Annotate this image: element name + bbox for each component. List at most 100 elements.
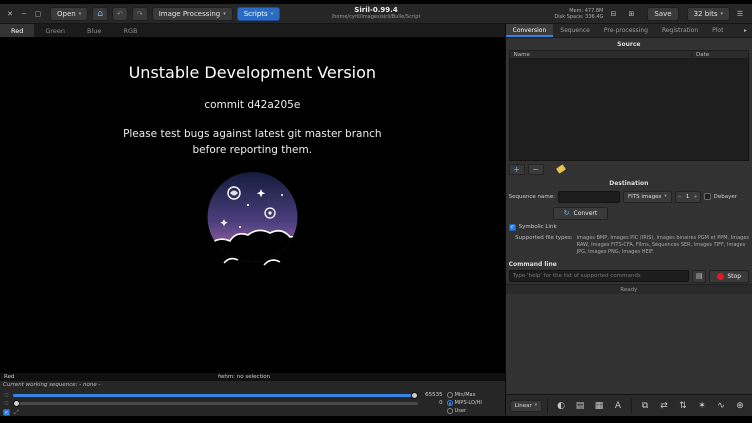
lo-slider[interactable] bbox=[13, 402, 418, 405]
resource-usage: Mem: 477.8M Disk Space: 336.4G bbox=[554, 8, 603, 20]
tools-panel: Conversion Sequence Pre-processing Regis… bbox=[505, 24, 752, 416]
command-list-icon[interactable]: ▤ bbox=[692, 270, 706, 283]
tab-green[interactable]: Green bbox=[34, 24, 76, 37]
titlebar: ✕ − ▢ Open ▾ ⌂ ↶ ↷ Image Processing ▾ Sc… bbox=[0, 4, 752, 24]
tabs-overflow-icon[interactable]: ▸ bbox=[739, 24, 752, 37]
stop-icon bbox=[717, 273, 724, 280]
home-button[interactable]: ⌂ bbox=[92, 7, 108, 21]
psf-star-icon[interactable]: ✶ bbox=[694, 398, 710, 414]
chevron-down-icon: ▾ bbox=[223, 11, 226, 17]
tab-registration[interactable]: Registration bbox=[655, 24, 705, 37]
tab-plot[interactable]: Plot bbox=[705, 24, 730, 37]
display-mode-value: Linear bbox=[515, 403, 532, 409]
redo-button[interactable]: ↷ bbox=[132, 7, 148, 21]
tab-red[interactable]: Red bbox=[0, 24, 34, 37]
image-canvas[interactable]: Unstable Development Version commit d42a… bbox=[0, 37, 505, 373]
window-title: Siril-0.99.4 bbox=[266, 6, 486, 14]
command-line-header: Command line bbox=[506, 259, 752, 269]
layers-icon[interactable]: ⧉ bbox=[637, 398, 653, 414]
output-format-select[interactable]: FITS images ▾ bbox=[623, 191, 672, 203]
stepper-decrement-icon[interactable]: − bbox=[678, 194, 682, 200]
stop-button[interactable]: Stop bbox=[709, 270, 749, 283]
debayer-label: Debayer bbox=[714, 194, 737, 200]
false-color-icon[interactable]: ▤ bbox=[572, 398, 588, 414]
symbolic-link-checkbox[interactable] bbox=[509, 224, 516, 231]
supported-file-types: Supported file types: Images BMP, Images… bbox=[506, 233, 752, 259]
clear-list-icon[interactable] bbox=[555, 164, 566, 175]
bitdepth-select[interactable]: 32 bits ▾ bbox=[687, 7, 730, 21]
source-list-header: Name Date bbox=[509, 50, 749, 59]
scaling-mode-radios: Min/Max MIPS-LO/HI User bbox=[447, 391, 503, 415]
image-processing-button[interactable]: Image Processing ▾ bbox=[152, 7, 233, 21]
tab-rgb[interactable]: RGB bbox=[112, 24, 148, 37]
command-input[interactable] bbox=[509, 270, 690, 282]
lo-lock-icon[interactable]: ◻ bbox=[3, 400, 10, 406]
source-list-actions: + − bbox=[506, 161, 752, 177]
working-sequence-label: Current working sequence: - none - bbox=[0, 381, 505, 389]
destination-settings-row: Sequence name: FITS images ▾ − 1 + Debay… bbox=[506, 189, 752, 205]
annotations-icon[interactable]: A bbox=[610, 398, 626, 414]
source-file-list[interactable] bbox=[509, 59, 749, 161]
add-files-button[interactable]: + bbox=[509, 164, 525, 175]
radio-mips-lohi[interactable]: MIPS-LO/HI bbox=[447, 399, 503, 407]
symbolic-link-label: Symbolic Link bbox=[519, 224, 557, 230]
column-date[interactable]: Date bbox=[692, 52, 748, 58]
sequence-name-input[interactable] bbox=[558, 191, 620, 203]
radio-user[interactable]: User bbox=[447, 407, 503, 415]
photometry-icon[interactable]: ⊕ bbox=[732, 398, 748, 414]
image-view-pane: Red Green Blue RGB Unstable Development … bbox=[0, 24, 505, 416]
negative-view-icon[interactable]: ◐ bbox=[553, 398, 569, 414]
tab-blue[interactable]: Blue bbox=[76, 24, 112, 37]
minimize-icon[interactable]: − bbox=[18, 8, 30, 20]
column-name[interactable]: Name bbox=[510, 52, 692, 58]
zoom-fit-icon[interactable]: ⤢ bbox=[14, 409, 19, 417]
shrink-icon[interactable]: ⊟ bbox=[607, 8, 619, 20]
bitdepth-label: 32 bits bbox=[694, 10, 718, 18]
tab-conversion[interactable]: Conversion bbox=[506, 24, 554, 37]
redo-icon: ↷ bbox=[137, 10, 143, 18]
radio-user-control[interactable] bbox=[447, 408, 453, 414]
convert-icon: ↻ bbox=[564, 209, 570, 217]
channel-tabs: Red Green Blue RGB bbox=[0, 24, 505, 37]
sequence-name-label: Sequence name: bbox=[509, 194, 555, 200]
supported-file-types-label: Supported file types: bbox=[509, 235, 573, 256]
hi-lock-icon[interactable]: ◻ bbox=[3, 392, 10, 398]
display-mode-select[interactable]: Linear ▾ bbox=[510, 400, 542, 412]
maximize-icon[interactable]: ▢ bbox=[32, 8, 44, 20]
plot-profile-icon[interactable]: ∿ bbox=[713, 398, 729, 414]
start-index-value: 1 bbox=[686, 194, 690, 200]
grid-overlay-icon[interactable]: ▦ bbox=[591, 398, 607, 414]
mirror-vertical-icon[interactable]: ⇅ bbox=[675, 398, 691, 414]
expand-icon[interactable]: ⊞ bbox=[625, 8, 637, 20]
open-button[interactable]: Open ▾ bbox=[50, 7, 88, 21]
start-index-stepper[interactable]: − 1 + bbox=[675, 191, 701, 203]
display-controls: ◻ 65535 ◻ 0 ⤢ bbox=[0, 389, 505, 416]
output-format-value: FITS images bbox=[628, 194, 661, 200]
current-channel-label: Red bbox=[4, 374, 14, 380]
radio-mips-lohi-control[interactable] bbox=[447, 400, 453, 406]
stepper-increment-icon[interactable]: + bbox=[693, 194, 697, 200]
tab-pre-processing[interactable]: Pre-processing bbox=[597, 24, 655, 37]
close-icon[interactable]: ✕ bbox=[4, 8, 16, 20]
hamburger-menu-icon[interactable]: ☰ bbox=[734, 8, 746, 20]
remove-files-button[interactable]: − bbox=[528, 164, 544, 175]
command-line-row: ▤ Stop bbox=[506, 269, 752, 284]
stop-button-label: Stop bbox=[727, 273, 741, 280]
lo-slider-handle[interactable] bbox=[13, 400, 20, 407]
home-icon: ⌂ bbox=[97, 9, 103, 19]
save-button[interactable]: Save bbox=[647, 7, 678, 21]
hi-slider[interactable] bbox=[13, 394, 418, 397]
autostretch-checkbox[interactable] bbox=[3, 409, 10, 416]
disk-space-label: Disk Space: 336.4G bbox=[554, 14, 603, 20]
tools-tabs: Conversion Sequence Pre-processing Regis… bbox=[506, 24, 752, 38]
convert-button[interactable]: ↻ Convert bbox=[553, 207, 609, 220]
radio-minmax-control[interactable] bbox=[447, 392, 453, 398]
working-directory: /home/cyril/Images/siril/Bulle/Script bbox=[266, 14, 486, 20]
mirror-horizontal-icon[interactable]: ⇄ bbox=[656, 398, 672, 414]
tab-sequence[interactable]: Sequence bbox=[553, 24, 597, 37]
undo-button[interactable]: ↶ bbox=[112, 7, 128, 21]
display-toolbar: Linear ▾ ◐ ▤ ▦ A ⧉ ⇄ ⇅ ✶ ∿ ⊕ bbox=[506, 394, 752, 416]
debayer-checkbox[interactable] bbox=[704, 193, 711, 200]
radio-minmax[interactable]: Min/Max bbox=[447, 391, 503, 399]
hi-slider-handle[interactable] bbox=[411, 392, 418, 399]
